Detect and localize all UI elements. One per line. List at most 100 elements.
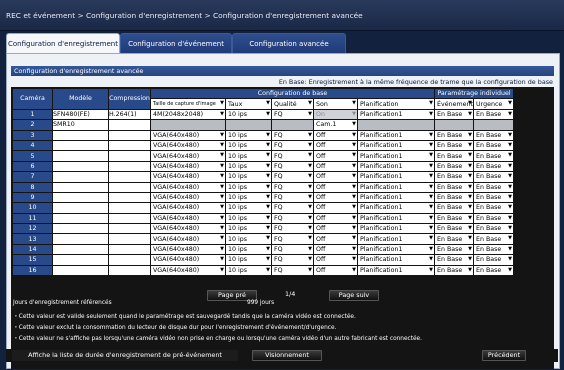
event-select[interactable]: En Base — [434, 139, 474, 152]
capture-size-select[interactable]: VGA(640x480) — [150, 160, 226, 173]
header-urgency-select[interactable]: Urgence — [473, 98, 514, 110]
schedule-select[interactable]: Planification1 — [357, 254, 435, 266]
rate-select[interactable]: 10 ips — [225, 181, 272, 193]
capture-size-select[interactable]: VGA(640x480) — [150, 212, 226, 225]
urgency-select[interactable]: En Base — [473, 212, 514, 225]
urgency-select[interactable]: En Base — [473, 129, 514, 141]
capture-size-select[interactable]: VGA(640x480) — [150, 264, 226, 277]
quality-select[interactable]: FQ — [271, 254, 314, 266]
urgency-select[interactable]: En Base — [473, 181, 514, 193]
sound-select[interactable]: Off — [313, 243, 358, 256]
schedule-select[interactable]: Planification1 — [357, 160, 435, 173]
capture-size-select[interactable]: VGA(640x480) — [150, 223, 226, 235]
sound-select[interactable]: Off — [313, 160, 358, 173]
quality-select[interactable]: FQ — [271, 129, 314, 141]
event-select[interactable]: En Base — [434, 202, 474, 214]
quality-select[interactable]: FQ — [271, 171, 314, 183]
sound-select[interactable]: Off — [313, 171, 358, 183]
urgency-select[interactable]: En Base — [473, 171, 514, 183]
rate-select[interactable]: 10 ips — [225, 150, 272, 162]
capture-size-select[interactable]: VGA(640x480) — [150, 243, 226, 256]
quality-select[interactable]: FQ — [271, 150, 314, 162]
quality-select[interactable]: FQ — [271, 191, 314, 204]
sound-select[interactable]: Off — [313, 233, 358, 245]
header-capture-size-select[interactable]: Taille de capture d'image — [150, 98, 226, 110]
sound-select[interactable]: Off — [313, 202, 358, 214]
schedule-select[interactable]: Planification1 — [357, 129, 435, 141]
rate-select[interactable]: 10 ips — [225, 108, 272, 121]
quality-select[interactable]: FQ — [271, 212, 314, 225]
rate-select[interactable]: 10 ips — [225, 139, 272, 152]
sound-select[interactable]: Off — [313, 150, 358, 162]
event-select[interactable]: En Base — [434, 191, 474, 204]
quality-select[interactable]: FQ — [271, 223, 314, 235]
tab-event-config[interactable]: Configuration d'événement — [120, 33, 232, 54]
quality-select[interactable]: FQ — [271, 139, 314, 152]
urgency-select[interactable]: En Base — [473, 202, 514, 214]
schedule-select[interactable]: Planification1 — [357, 191, 435, 204]
header-event-select[interactable]: Événement — [434, 98, 474, 110]
urgency-select[interactable]: En Base — [473, 233, 514, 245]
urgency-select[interactable]: En Base — [473, 254, 514, 266]
sound-select[interactable]: Off — [313, 139, 358, 152]
sound-select[interactable]: Off — [313, 181, 358, 193]
urgency-select[interactable]: En Base — [473, 243, 514, 256]
urgency-select[interactable]: En Base — [473, 108, 514, 121]
schedule-select[interactable]: Planification1 — [357, 223, 435, 235]
sound-select[interactable]: Off — [313, 212, 358, 225]
sound-select[interactable]: Off — [313, 254, 358, 266]
rate-select[interactable]: 10 ips — [225, 191, 272, 204]
back-button[interactable]: Précédent — [482, 350, 526, 361]
capture-size-select[interactable]: VGA(640x480) — [150, 150, 226, 162]
tab-recording-config[interactable]: Configuration d'enregistrement — [6, 33, 120, 54]
event-select[interactable]: En Base — [434, 129, 474, 141]
event-select[interactable]: En Base — [434, 171, 474, 183]
rate-select[interactable]: 10 ips — [225, 212, 272, 225]
header-quality-select[interactable]: Qualité — [271, 98, 314, 110]
capture-size-select[interactable]: VGA(640x480) — [150, 191, 226, 204]
urgency-select[interactable]: En Base — [473, 150, 514, 162]
schedule-select[interactable]: Planification1 — [357, 181, 435, 193]
schedule-select[interactable]: Planification1 — [357, 202, 435, 214]
schedule-select[interactable]: Planification1 — [357, 139, 435, 152]
capture-size-select[interactable]: VGA(640x480) — [150, 139, 226, 152]
event-select[interactable]: En Base — [434, 264, 474, 277]
event-select[interactable]: En Base — [434, 233, 474, 245]
urgency-select[interactable]: En Base — [473, 191, 514, 204]
rate-select[interactable]: 10 ips — [225, 254, 272, 266]
schedule-select[interactable]: Planification1 — [357, 233, 435, 245]
quality-select[interactable]: FQ — [271, 108, 314, 121]
rate-select[interactable]: 10 ips — [225, 243, 272, 256]
view-button[interactable]: Visionnement — [252, 350, 322, 361]
capture-size-select[interactable]: VGA(640x480) — [150, 254, 226, 266]
rate-select[interactable]: 10 ips — [225, 233, 272, 245]
event-select[interactable]: En Base — [434, 212, 474, 225]
urgency-select[interactable]: En Base — [473, 160, 514, 173]
capture-size-select[interactable]: VGA(640x480) — [150, 181, 226, 193]
rate-select[interactable]: 10 ips — [225, 202, 272, 214]
sound-select[interactable]: Off — [313, 223, 358, 235]
sound-select[interactable]: Off — [313, 129, 358, 141]
capture-size-select[interactable]: VGA(640x480) — [150, 202, 226, 214]
schedule-select[interactable]: Planification1 — [357, 212, 435, 225]
event-select[interactable]: En Base — [434, 223, 474, 235]
event-select[interactable]: En Base — [434, 160, 474, 173]
event-select[interactable]: En Base — [434, 108, 474, 121]
capture-size-select[interactable]: VGA(640x480) — [150, 171, 226, 183]
header-rate-select[interactable]: Taux — [225, 98, 272, 110]
quality-select[interactable]: FQ — [271, 160, 314, 173]
event-select[interactable]: En Base — [434, 150, 474, 162]
event-select[interactable]: En Base — [434, 254, 474, 266]
capture-size-select[interactable]: 4M(2048x2048) — [150, 108, 226, 121]
tab-advanced-config[interactable]: Configuration avancée — [232, 33, 346, 54]
rate-select[interactable]: 10 ips — [225, 160, 272, 173]
quality-select[interactable]: FQ — [271, 202, 314, 214]
next-page-button[interactable]: Page suiv — [329, 290, 379, 301]
schedule-select[interactable]: Planification1 — [357, 108, 435, 121]
sound-select[interactable]: Off — [313, 191, 358, 204]
event-select[interactable]: En Base — [434, 243, 474, 256]
schedule-select[interactable]: Planification1 — [357, 171, 435, 183]
schedule-select[interactable]: Planification1 — [357, 264, 435, 277]
quality-select[interactable]: FQ — [271, 181, 314, 193]
schedule-select[interactable]: Planification1 — [357, 243, 435, 256]
